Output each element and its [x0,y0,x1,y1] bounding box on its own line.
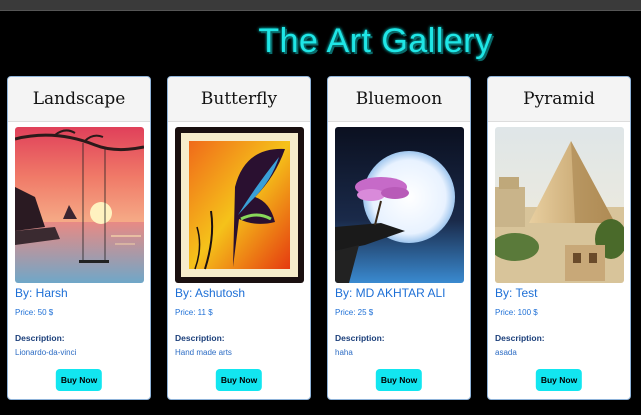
price-label: Price: 11 $ [175,308,213,317]
card-title: Bluemoon [355,89,443,109]
art-card-pyramid: Pyramid By: Test Price: 100 $ Descriptio… [487,76,631,400]
artwork-image-pyramid [495,127,624,283]
browser-top-bar [0,0,641,11]
description-text: haha [335,348,353,357]
art-card-butterfly: Butterfly By: Ashutosh Price: 11 $ Descr… [167,76,311,400]
artist-name: By: Test [495,286,538,300]
art-card-bluemoon: Bluemoon By: MD AKHTAR ALI Price: 25 $ D… [327,76,471,400]
card-header: Bluemoon [328,77,470,122]
card-title: Butterfly [200,89,278,109]
card-header: Landscape [8,77,150,122]
description-text: asada [495,348,517,357]
buy-now-button[interactable]: Buy Now [535,369,583,391]
artwork-image-bluemoon [335,127,464,283]
page-title: The Art Gallery [258,22,493,60]
description-label: Description: [15,333,65,343]
buy-now-button[interactable]: Buy Now [55,369,103,391]
buy-now-button[interactable]: Buy Now [375,369,423,391]
description-text: Hand made arts [175,348,232,357]
description-text: Lionardo-da-vinci [15,348,77,357]
description-label: Description: [175,333,225,343]
artist-name: By: Ashutosh [175,286,246,300]
artist-name: By: MD AKHTAR ALI [335,286,446,300]
artwork-image-butterfly [175,127,304,283]
card-title: Pyramid [523,89,595,109]
card-title: Landscape [32,89,126,109]
art-card-landscape: Landscape By: Harsh Price: 50 $ Descript… [7,76,151,400]
price-label: Price: 25 $ [335,308,374,317]
card-header: Butterfly [168,77,310,122]
price-label: Price: 50 $ [15,308,54,317]
description-label: Description: [495,333,545,343]
description-label: Description: [335,333,385,343]
price-label: Price: 100 $ [495,308,538,317]
artwork-image-landscape [15,127,144,283]
card-header: Pyramid [488,77,630,122]
artist-name: By: Harsh [15,286,68,300]
buy-now-button[interactable]: Buy Now [215,369,263,391]
